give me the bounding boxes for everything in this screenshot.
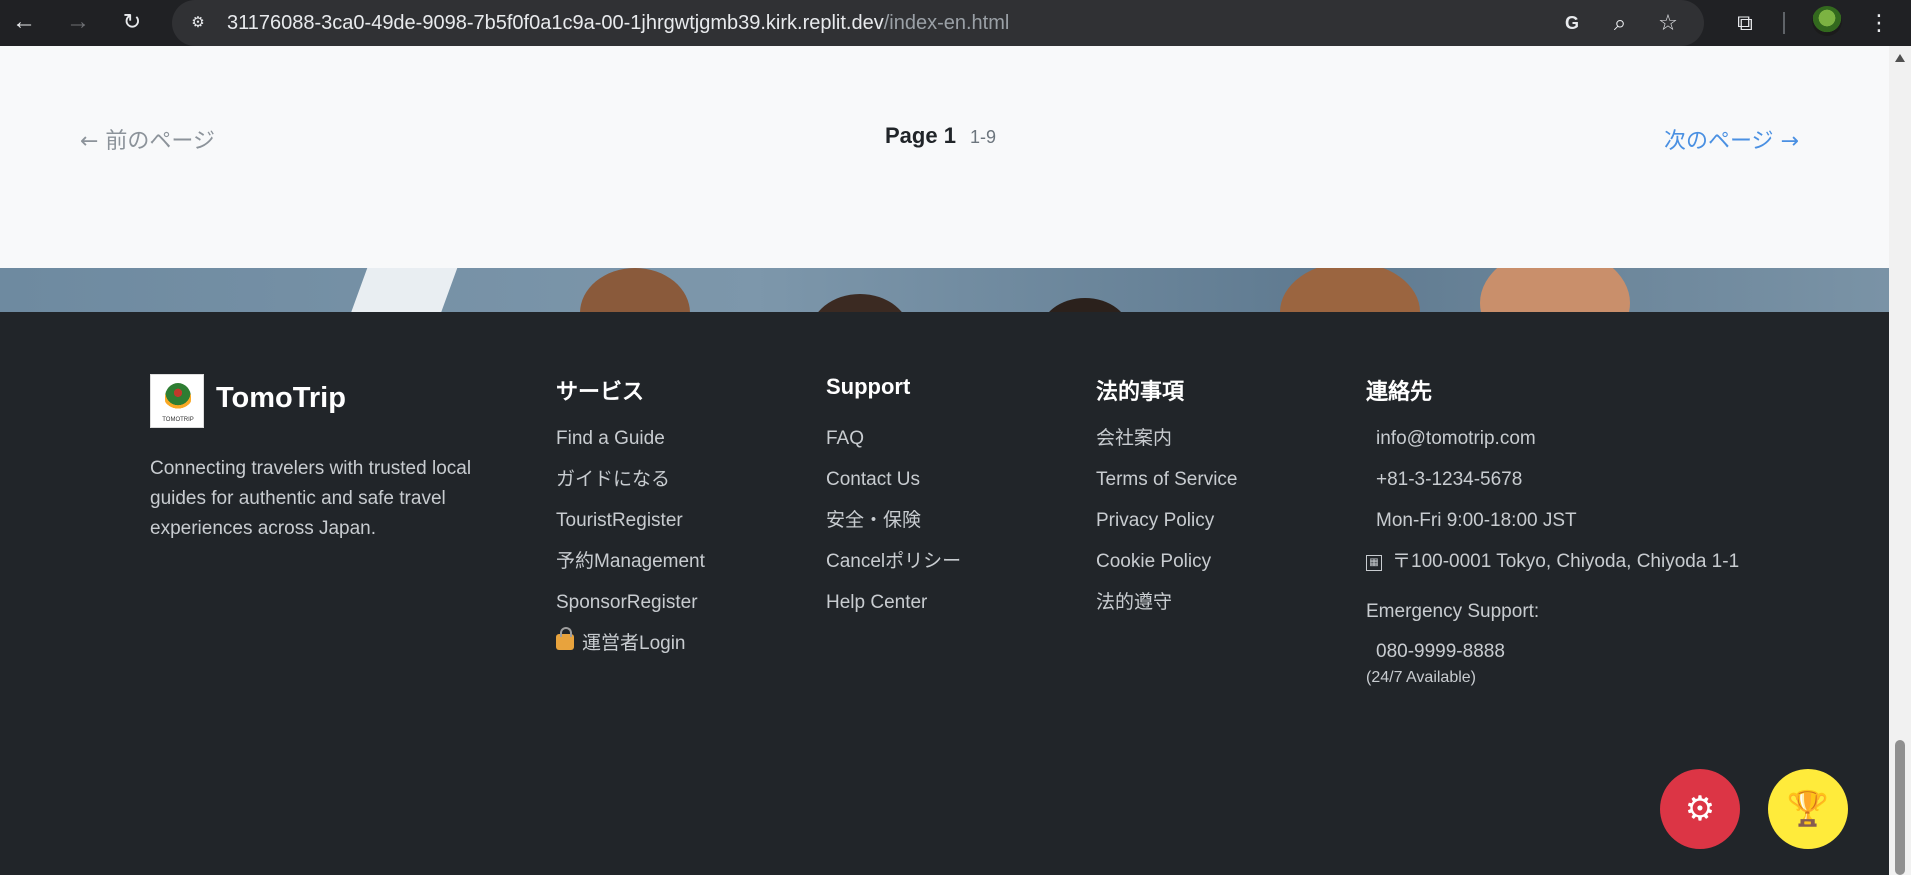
bookmark-star-icon[interactable]: ☆ bbox=[1654, 10, 1682, 36]
prev-page-link[interactable]: ← 前のページ bbox=[80, 123, 215, 155]
legal-link-terms[interactable]: Terms of Service bbox=[1096, 459, 1237, 500]
footer-column-legal: 法的事項 会社案内 Terms of Service Privacy Polic… bbox=[1096, 374, 1237, 623]
contact-address: ▦ 〒100-0001 Tokyo, Chiyoda, Chiyoda 1-1 bbox=[1366, 547, 1746, 577]
emergency-label: Emergency Support: bbox=[1366, 601, 1540, 622]
address-text: 〒100-0001 Tokyo, Chiyoda, Chiyoda 1-1 bbox=[1392, 551, 1740, 572]
site-footer: TOMOTRIP TomoTrip Connecting travelers w… bbox=[0, 312, 1889, 875]
translate-icon[interactable]: G bbox=[1558, 10, 1586, 36]
browser-toolbar: ← → ↻ ⚙ 31176088-3ca0-49de-9098-7b5f0f0a… bbox=[0, 0, 1911, 46]
reload-icon[interactable]: ↻ bbox=[114, 4, 150, 40]
next-page-link[interactable]: 次のページ → bbox=[1664, 123, 1799, 155]
contact-email[interactable]: info@tomotrip.com bbox=[1366, 418, 1746, 459]
profile-avatar[interactable] bbox=[1812, 6, 1842, 36]
zoom-icon[interactable]: ⌕ bbox=[1606, 10, 1634, 36]
services-link-booking-management[interactable]: 予約Management bbox=[556, 541, 705, 582]
support-link-contact[interactable]: Contact Us bbox=[826, 459, 961, 500]
forward-arrow-icon[interactable]: → bbox=[60, 4, 96, 40]
services-heading: サービス bbox=[556, 379, 645, 404]
emergency-note: (24/7 Available) bbox=[1366, 669, 1476, 686]
menu-kebab-icon[interactable]: ⋮ bbox=[1864, 8, 1894, 38]
legal-link-compliance[interactable]: 法的遵守 bbox=[1096, 582, 1237, 623]
page-viewport: ← 前のページ Page 1 1-9 次のページ → TOMOTRIP TomoT… bbox=[0, 46, 1889, 875]
page-range: 1-9 bbox=[969, 127, 996, 147]
site-settings-icon[interactable]: ⚙ bbox=[186, 11, 210, 35]
brand-name: TomoTrip bbox=[216, 382, 346, 414]
operator-login-label: 運営者Login bbox=[582, 633, 686, 654]
footer-column-services: サービス Find a Guide ガイドになる TouristRegister… bbox=[556, 374, 705, 664]
trophy-fab[interactable]: 🏆 bbox=[1768, 769, 1848, 849]
logo-caption: TOMOTRIP bbox=[162, 417, 194, 423]
contact-heading: 連絡先 bbox=[1366, 379, 1433, 404]
legal-heading: 法的事項 bbox=[1096, 379, 1185, 404]
scroll-up-arrow-icon[interactable] bbox=[1895, 54, 1905, 62]
toolbar-divider bbox=[1783, 12, 1785, 34]
url-text[interactable]: 31176088-3ca0-49de-9098-7b5f0f0a1c9a-00-… bbox=[227, 11, 1009, 35]
palm-logo-icon bbox=[165, 383, 191, 411]
emergency-phone[interactable]: 080-9999-8888 bbox=[1366, 641, 1746, 663]
gear-icon: ⚙ bbox=[1684, 790, 1716, 828]
pagination-bar: ← 前のページ Page 1 1-9 次のページ → bbox=[0, 46, 1889, 268]
support-heading: Support bbox=[826, 374, 911, 399]
services-link-find-guide[interactable]: Find a Guide bbox=[556, 418, 705, 459]
page-indicator: Page 1 1-9 bbox=[885, 123, 996, 149]
support-link-help-center[interactable]: Help Center bbox=[826, 582, 961, 623]
footer-column-support: Support FAQ Contact Us 安全・保険 Cancelポリシー … bbox=[826, 374, 961, 623]
settings-fab[interactable]: ⚙ bbox=[1660, 769, 1740, 849]
extensions-icon[interactable]: ⧉ bbox=[1730, 8, 1760, 38]
services-link-tourist-register[interactable]: TouristRegister bbox=[556, 500, 705, 541]
support-link-safety-insurance[interactable]: 安全・保険 bbox=[826, 500, 961, 541]
footer-column-contact: 連絡先 info@tomotrip.com +81-3-1234-5678 Mo… bbox=[1366, 374, 1746, 687]
services-link-sponsor-register[interactable]: SponsorRegister bbox=[556, 582, 705, 623]
contact-hours: Mon-Fri 9:00-18:00 JST bbox=[1376, 510, 1577, 531]
support-link-faq[interactable]: FAQ bbox=[826, 418, 961, 459]
trophy-icon: 🏆 bbox=[1786, 790, 1830, 828]
lock-icon bbox=[556, 627, 574, 650]
back-arrow-icon[interactable]: ← bbox=[6, 4, 42, 40]
hero-photo-strip bbox=[0, 268, 1889, 312]
page-number: Page 1 bbox=[885, 123, 956, 148]
address-bar[interactable]: ⚙ 31176088-3ca0-49de-9098-7b5f0f0a1c9a-0… bbox=[172, 0, 1704, 46]
url-path: /index-en.html bbox=[883, 12, 1010, 34]
building-icon: ▦ bbox=[1366, 555, 1382, 571]
services-link-become-guide[interactable]: ガイドになる bbox=[556, 459, 705, 500]
services-link-operator-login[interactable]: 運営者Login bbox=[556, 623, 705, 664]
support-link-cancel-policy[interactable]: Cancelポリシー bbox=[826, 541, 961, 582]
legal-link-cookie[interactable]: Cookie Policy bbox=[1096, 541, 1237, 582]
page-scrollbar[interactable] bbox=[1889, 46, 1911, 875]
contact-phone[interactable]: +81-3-1234-5678 bbox=[1366, 459, 1746, 500]
tomotrip-logo: TOMOTRIP bbox=[150, 374, 204, 428]
brand-description: Connecting travelers with trusted local … bbox=[150, 458, 472, 539]
url-host: 31176088-3ca0-49de-9098-7b5f0f0a1c9a-00-… bbox=[227, 12, 884, 34]
legal-link-company[interactable]: 会社案内 bbox=[1096, 418, 1237, 459]
legal-link-privacy[interactable]: Privacy Policy bbox=[1096, 500, 1237, 541]
scroll-thumb[interactable] bbox=[1895, 740, 1905, 875]
